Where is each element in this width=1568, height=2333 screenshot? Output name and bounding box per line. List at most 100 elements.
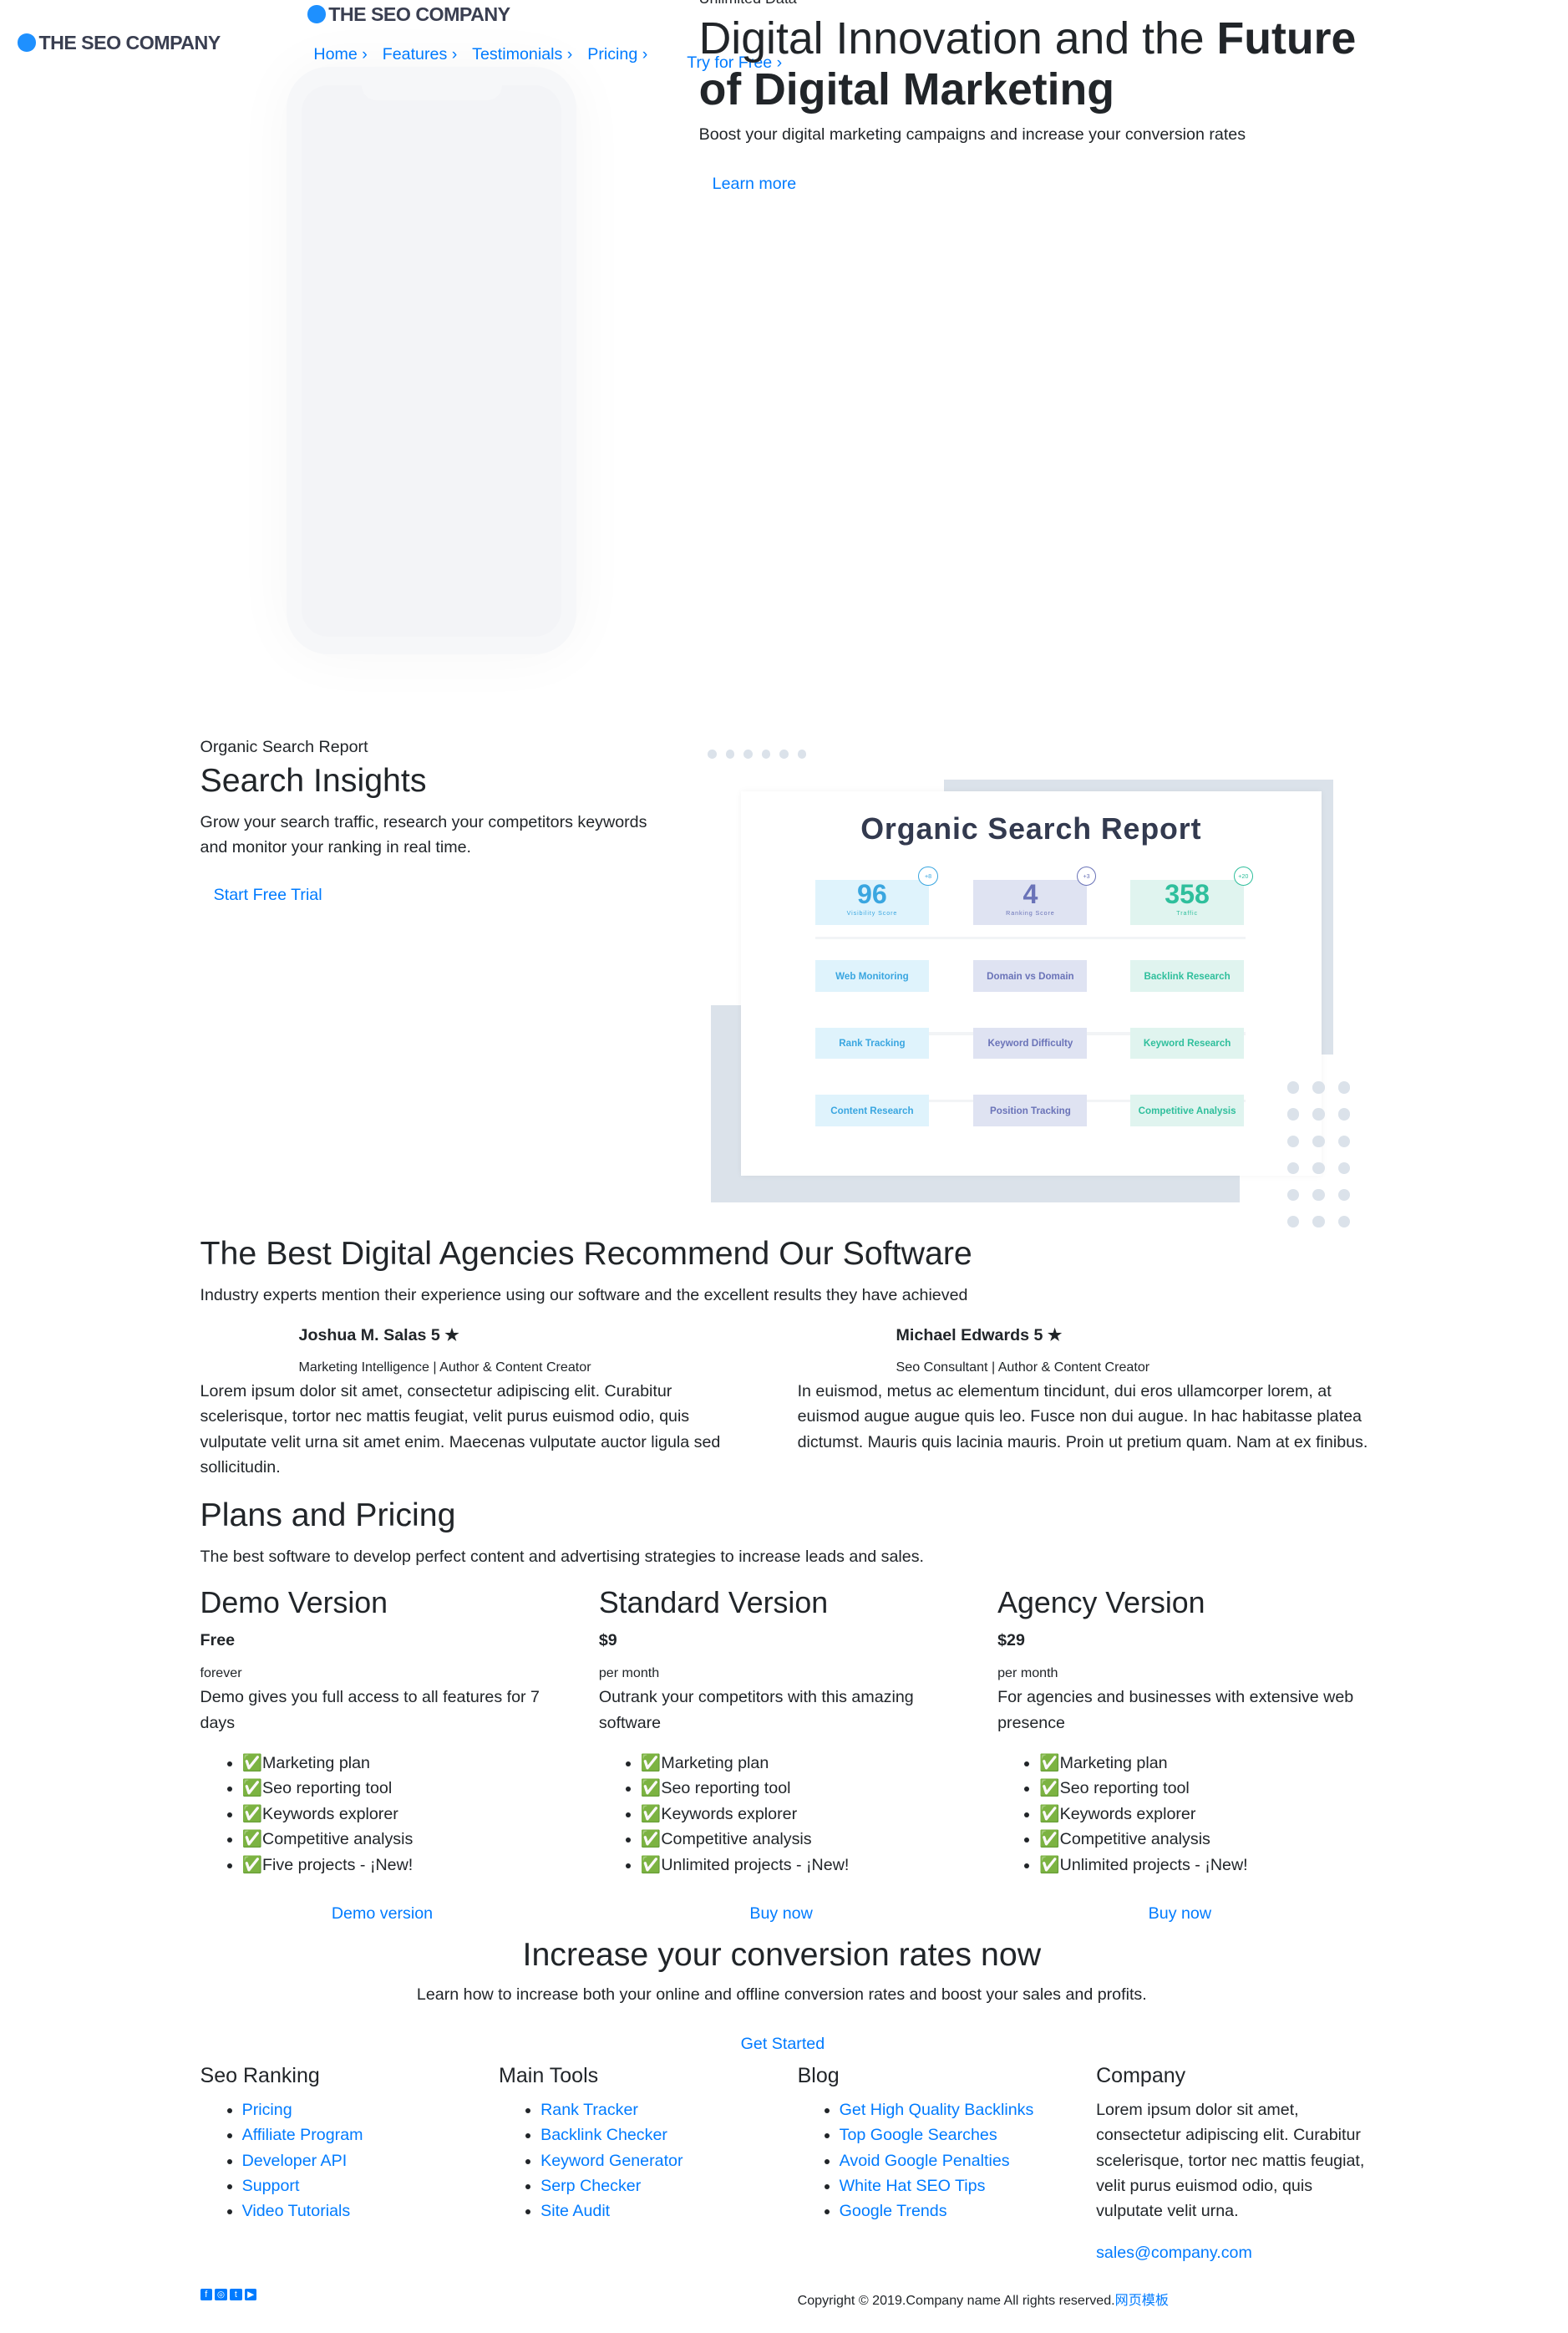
- footer-link-item: Google Trends: [840, 2198, 1034, 2224]
- footer-link[interactable]: Developer API: [242, 2152, 348, 2170]
- footer-link[interactable]: Keyword Generator: [540, 2152, 683, 2170]
- report-tool-button: Keyword Difficulty: [973, 1027, 1088, 1060]
- footer-link[interactable]: Rank Tracker: [540, 2101, 638, 2119]
- plan-description: Outrank your competitors with this amazi…: [598, 1688, 914, 1732]
- report-stat: 4 Ranking Score: [973, 878, 1088, 925]
- stat-value: 4: [1022, 878, 1038, 909]
- plan-description: Demo gives you full access to all featur…: [200, 1688, 540, 1732]
- footer-company-text: Lorem ipsum dolor sit amet, consectetur …: [1096, 2100, 1365, 2221]
- testimonial-role: Marketing Intelligence | Author & Conten…: [298, 1359, 591, 1375]
- plan-feature: ✅Keywords explorer: [1039, 1802, 1248, 1827]
- plan-price: Free: [200, 1631, 236, 1650]
- footer-link-item: Site Audit: [540, 2198, 683, 2224]
- footer-email-link[interactable]: sales@company.com: [1096, 2244, 1252, 2263]
- plan-feature: ✅Keywords explorer: [641, 1802, 850, 1827]
- testimonial-name: Joshua M. Salas 5 ★: [298, 1325, 459, 1344]
- nav-pricing[interactable]: Pricing ›: [587, 45, 647, 64]
- stat-value: 96: [857, 878, 887, 909]
- footer-link-item: White Hat SEO Tips: [840, 2173, 1034, 2198]
- testimonial-text: In euismod, metus ac elementum tincidunt…: [797, 1381, 1368, 1451]
- plan-feature: ✅Seo reporting tool: [1039, 1776, 1248, 1801]
- report-divider: [815, 936, 1246, 940]
- stat-value: 358: [1165, 878, 1210, 909]
- footer-link[interactable]: Affiliate Program: [242, 2126, 363, 2144]
- hero-eyebrow: Unlimited Data: [699, 0, 797, 8]
- plan-feature: ✅Marketing plan: [641, 1751, 850, 1776]
- footer-link[interactable]: Serp Checker: [540, 2177, 641, 2195]
- stat-label: Traffic: [1176, 909, 1198, 917]
- report-tool-button: Backlink Research: [1130, 960, 1245, 992]
- footer-link[interactable]: Get High Quality Backlinks: [840, 2101, 1034, 2119]
- report-title: Organic Search Report: [860, 812, 1202, 846]
- report-tool-button: Position Tracking: [973, 1095, 1088, 1126]
- footer-link[interactable]: Backlink Checker: [540, 2126, 667, 2144]
- logo-dot-icon: [307, 5, 326, 23]
- plan-name: Agency Version: [997, 1586, 1205, 1620]
- plan-name: Standard Version: [598, 1586, 829, 1620]
- cta-text: Learn how to increase both your online a…: [416, 1985, 1147, 2004]
- insights-title: Search Insights: [200, 761, 427, 799]
- plan-feature: ✅Seo reporting tool: [641, 1776, 850, 1801]
- report-tool-button: Domain vs Domain: [973, 960, 1088, 992]
- footer-link[interactable]: Top Google Searches: [840, 2126, 997, 2144]
- footer-link-item: Affiliate Program: [242, 2122, 363, 2147]
- footer-link[interactable]: White Hat SEO Tips: [840, 2177, 986, 2195]
- nav-features[interactable]: Features ›: [383, 45, 458, 64]
- footer-link[interactable]: Support: [242, 2177, 300, 2195]
- footer-company-title: Company: [1096, 2064, 1186, 2088]
- footer-link[interactable]: Avoid Google Penalties: [840, 2152, 1010, 2170]
- footer-link[interactable]: Google Trends: [840, 2202, 947, 2220]
- footer-link[interactable]: Video Tutorials: [242, 2202, 351, 2220]
- testimonials-title: The Best Digital Agencies Recommend Our …: [200, 1235, 972, 1273]
- insights-text: Grow your search traffic, research your …: [200, 812, 647, 857]
- footer-link-item: Get High Quality Backlinks: [840, 2097, 1034, 2122]
- start-free-trial-button[interactable]: Start Free Trial: [214, 886, 322, 905]
- plan-button[interactable]: Buy now: [749, 1904, 812, 1924]
- footer-link-item: Top Google Searches: [840, 2122, 1034, 2147]
- plan-features: ✅Marketing plan✅Seo reporting tool✅Keywo…: [997, 1751, 1248, 1878]
- plan-feature: ✅Unlimited projects - ¡New!: [1039, 1853, 1248, 1878]
- pricing-subtitle: The best software to develop perfect con…: [200, 1547, 925, 1566]
- plan-price: $9: [598, 1631, 617, 1650]
- facebook-icon[interactable]: f: [200, 2288, 212, 2300]
- page: THE SEO COMPANY THE SEO COMPANY Home › Fe…: [0, 0, 1568, 2333]
- nav-home[interactable]: Home ›: [313, 45, 367, 64]
- get-started-button[interactable]: Get Started: [741, 2035, 825, 2054]
- plan-button[interactable]: Demo version: [332, 1904, 433, 1924]
- footer-link-item: Pricing: [242, 2097, 363, 2122]
- testimonial-name: Michael Edwards 5 ★: [896, 1325, 1063, 1344]
- footer-column-title: Blog: [797, 2064, 840, 2088]
- report-stat: 358 Traffic: [1130, 878, 1245, 925]
- report-tool-button: Keyword Research: [1130, 1027, 1245, 1060]
- report-tool-button: Web Monitoring: [815, 960, 929, 992]
- plan-features: ✅Marketing plan✅Seo reporting tool✅Keywo…: [200, 1751, 414, 1878]
- footer-link[interactable]: Site Audit: [540, 2202, 610, 2220]
- hero-title: Digital Innovation and the Future of Dig…: [698, 13, 1357, 114]
- plan-button[interactable]: Buy now: [1149, 1904, 1211, 1924]
- plan-feature: ✅Seo reporting tool: [242, 1776, 414, 1801]
- plan-feature: ✅Unlimited projects - ¡New!: [641, 1853, 850, 1878]
- youtube-icon[interactable]: ▶: [245, 2288, 257, 2300]
- logo-text: THE SEO COMPANY: [328, 3, 510, 25]
- footer-column-title: Seo Ranking: [200, 2064, 320, 2088]
- stat-label: Visibility Score: [846, 909, 898, 917]
- testimonial-text: Lorem ipsum dolor sit amet, consectetur …: [200, 1381, 721, 1477]
- report-tool-button: Competitive Analysis: [1130, 1095, 1245, 1126]
- plan-feature: ✅Five projects - ¡New!: [242, 1853, 414, 1878]
- report-stat: 96 Visibility Score: [815, 878, 929, 925]
- decor-dots: [1286, 1081, 1350, 1228]
- learn-more-button[interactable]: Learn more: [713, 175, 797, 194]
- plan-feature: ✅Competitive analysis: [1039, 1827, 1248, 1852]
- footer-column-title: Main Tools: [499, 2064, 599, 2088]
- footer-link[interactable]: Pricing: [242, 2101, 292, 2119]
- logo[interactable]: THE SEO COMPANY: [18, 32, 221, 54]
- copyright-link[interactable]: 网页模板: [1115, 2293, 1169, 2308]
- testimonial-role: Seo Consultant | Author & Content Creato…: [896, 1359, 1150, 1375]
- stat-label: Ranking Score: [1006, 909, 1055, 917]
- instagram-icon[interactable]: ◎: [215, 2288, 227, 2300]
- nav-testimonials[interactable]: Testimonials ›: [472, 45, 572, 64]
- twitter-icon[interactable]: t: [230, 2288, 242, 2300]
- plan-features: ✅Marketing plan✅Seo reporting tool✅Keywo…: [599, 1751, 850, 1878]
- testimonials-subtitle: Industry experts mention their experienc…: [200, 1286, 968, 1305]
- logo-secondary[interactable]: THE SEO COMPANY: [307, 3, 510, 26]
